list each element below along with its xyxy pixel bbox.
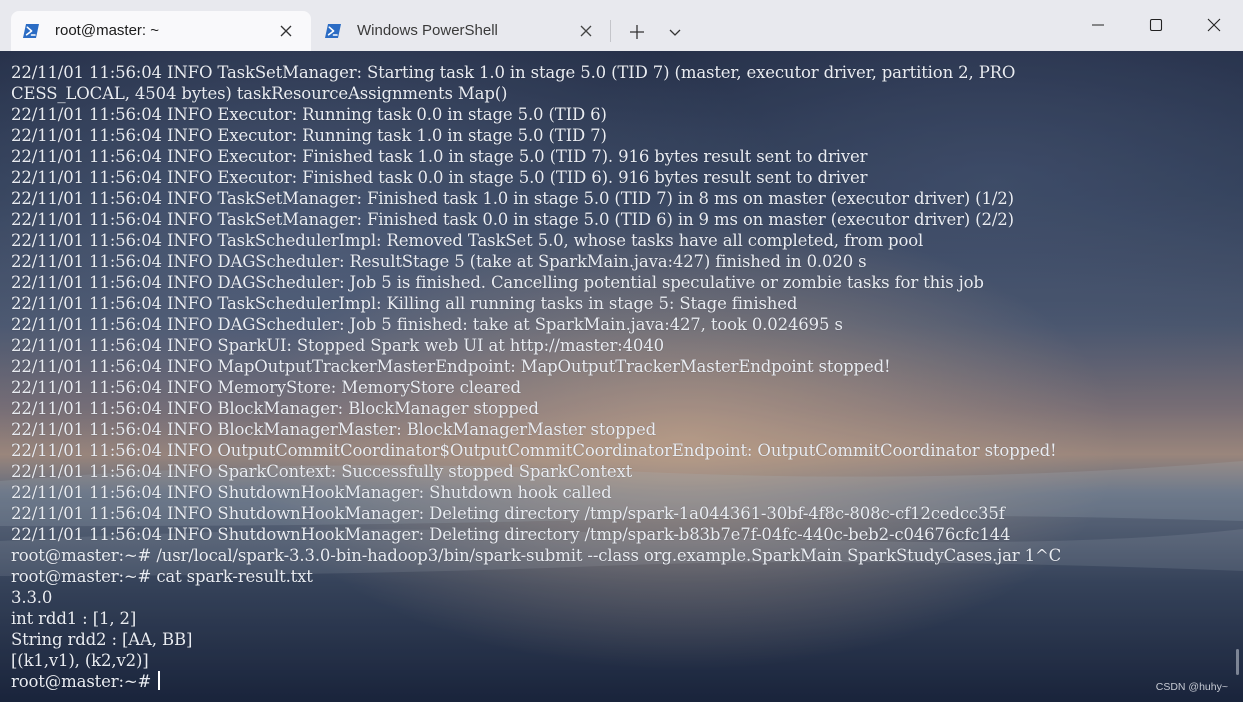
close-tab-icon[interactable] (278, 23, 294, 39)
terminal-window: root@master: ~ Windows PowerShell 22/11/… (0, 0, 1243, 702)
terminal-line: 3.3.0 (11, 588, 53, 607)
title-bar: root@master: ~ Windows PowerShell (0, 0, 1243, 51)
terminal-line: 22/11/01 11:56:04 INFO BlockManager: Blo… (11, 399, 539, 418)
powershell-icon (325, 24, 341, 38)
terminal-line: CESS_LOCAL, 4504 bytes) taskResourceAssi… (11, 84, 508, 103)
terminal-line: 22/11/01 11:56:04 INFO TaskSchedulerImpl… (11, 294, 798, 313)
terminal-line: 22/11/01 11:56:04 INFO SparkContext: Suc… (11, 462, 633, 481)
terminal-line: 22/11/01 11:56:04 INFO DAGScheduler: Res… (11, 252, 867, 271)
maximize-icon (1149, 18, 1163, 32)
close-button[interactable] (1185, 0, 1243, 51)
terminal-line: 22/11/01 11:56:04 INFO TaskSetManager: F… (11, 189, 1014, 208)
terminal-line: root@master:~# cat spark-result.txt (11, 567, 313, 586)
terminal-line: [(k1,v1), (k2,v2)] (11, 651, 149, 670)
text-cursor (158, 671, 161, 690)
minimize-icon (1092, 24, 1104, 26)
close-icon (1207, 18, 1221, 32)
terminal-line: 22/11/01 11:56:04 INFO Executor: Running… (11, 126, 607, 145)
terminal-line: String rdd2 : [AA, BB] (11, 630, 193, 649)
terminal-line: 22/11/01 11:56:04 INFO BlockManagerMaste… (11, 420, 656, 439)
watermark-text: CSDN @huhy~ (1155, 681, 1228, 693)
terminal-pane[interactable]: 22/11/01 11:56:04 INFO TaskSetManager: S… (0, 51, 1243, 702)
scrollbar-thumb[interactable] (1236, 649, 1239, 675)
terminal-line: 22/11/01 11:56:04 INFO ShutdownHookManag… (11, 525, 1011, 544)
terminal-line: 22/11/01 11:56:04 INFO Executor: Finishe… (11, 147, 868, 166)
terminal-line: 22/11/01 11:56:04 INFO TaskSchedulerImpl… (11, 231, 924, 250)
terminal-line: 22/11/01 11:56:04 INFO Executor: Finishe… (11, 168, 868, 187)
terminal-line: 22/11/01 11:56:04 INFO DAGScheduler: Job… (11, 315, 843, 334)
minimize-button[interactable] (1069, 0, 1127, 51)
tab-windows-powershell[interactable]: Windows PowerShell (313, 11, 608, 51)
terminal-line: root@master:~# /usr/local/spark-3.3.0-bi… (11, 546, 1062, 565)
tab-label: root@master: ~ (55, 22, 160, 39)
close-tab-icon[interactable] (578, 23, 594, 39)
terminal-line: 22/11/01 11:56:04 INFO DAGScheduler: Job… (11, 273, 984, 292)
chevron-down-icon (669, 29, 681, 36)
tab-divider (610, 20, 611, 42)
terminal-line: 22/11/01 11:56:04 INFO SparkUI: Stopped … (11, 336, 664, 355)
plus-icon (630, 25, 644, 39)
powershell-icon (23, 24, 39, 38)
terminal-line: 22/11/01 11:56:04 INFO ShutdownHookManag… (11, 504, 1005, 523)
terminal-line: 22/11/01 11:56:04 INFO OutputCommitCoord… (11, 441, 1057, 460)
terminal-line: 22/11/01 11:56:04 INFO TaskSetManager: S… (11, 63, 1016, 82)
maximize-button[interactable] (1127, 0, 1185, 51)
terminal-prompt-line[interactable]: root@master:~# (11, 671, 1061, 692)
terminal-line: 22/11/01 11:56:04 INFO ShutdownHookManag… (11, 483, 612, 502)
terminal-line: 22/11/01 11:56:04 INFO MemoryStore: Memo… (11, 378, 521, 397)
tab-dropdown-button[interactable] (660, 19, 690, 45)
terminal-output: 22/11/01 11:56:04 INFO TaskSetManager: S… (11, 62, 1061, 692)
terminal-line: int rdd1 : [1, 2] (11, 609, 137, 628)
tab-root-master[interactable]: root@master: ~ (11, 11, 311, 51)
tab-label: Windows PowerShell (357, 22, 498, 39)
prompt-text: root@master:~# (11, 672, 157, 691)
terminal-line: 22/11/01 11:56:04 INFO Executor: Running… (11, 105, 607, 124)
new-tab-button[interactable] (622, 19, 652, 45)
terminal-line: 22/11/01 11:56:04 INFO TaskSetManager: F… (11, 210, 1014, 229)
terminal-line: 22/11/01 11:56:04 INFO MapOutputTrackerM… (11, 357, 891, 376)
